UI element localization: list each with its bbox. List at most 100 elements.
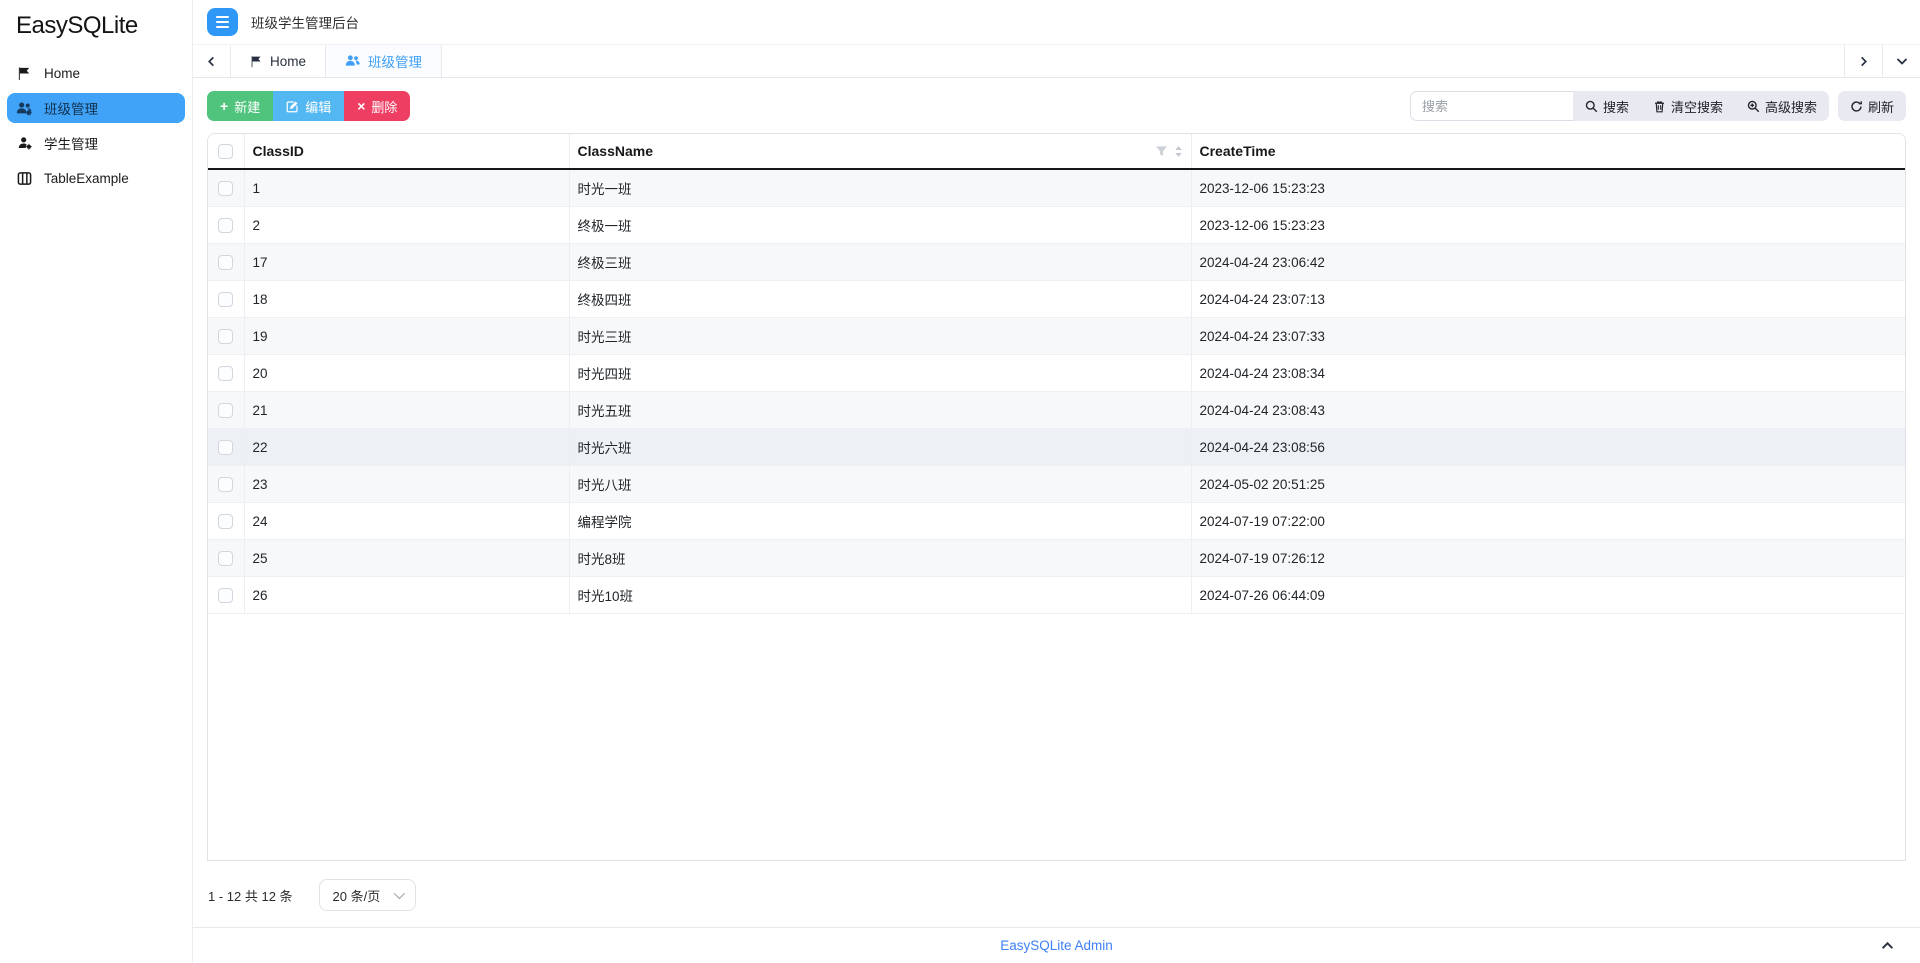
tab-label: Home (270, 53, 307, 69)
table-row[interactable]: 26 时光10班 2024-07-26 06:44:09 (208, 576, 1905, 614)
cell-classid: 1 (243, 169, 569, 207)
table-row[interactable]: 17 终极三班 2024-04-24 23:06:42 (208, 243, 1905, 281)
advanced-search-button[interactable]: 高级搜索 (1734, 91, 1829, 121)
table-icon (16, 170, 33, 187)
table-row[interactable]: 25 时光8班 2024-07-19 07:26:12 (208, 539, 1905, 577)
page-size-select[interactable]: 20 条/页 (318, 879, 417, 911)
table-body: 1 时光一班 2023-12-06 15:23:23 2 终极一班 2023-12-06 … (208, 169, 1905, 614)
tabs-scroll-right-button[interactable] (1844, 45, 1882, 77)
cell-classid: 17 (243, 243, 569, 281)
cell-classid: 22 (243, 428, 569, 466)
refresh-icon (1851, 100, 1862, 112)
users-icon (345, 53, 361, 69)
cell-createtime: 2024-04-24 23:08:34 (1190, 354, 1905, 392)
tab-class-management[interactable]: 班级管理 (326, 45, 443, 77)
table-row[interactable]: 23 时光八班 2024-05-02 20:51:25 (208, 465, 1905, 503)
page-title: 班级学生管理后台 (251, 16, 359, 31)
cell-classname: 时光五班 (568, 391, 1191, 429)
sidebar-item-label: TableExample (44, 170, 129, 186)
delete-button[interactable]: × 删除 (344, 91, 411, 121)
cell-classname: 终极一班 (568, 206, 1191, 244)
sidebar-item-home[interactable]: Home (7, 58, 185, 88)
users-gear-icon (16, 100, 33, 117)
tabs-scroll-left-button[interactable] (193, 45, 231, 77)
cell-createtime: 2023-12-06 15:23:23 (1190, 169, 1905, 207)
x-icon: × (357, 98, 366, 114)
refresh-button[interactable]: 刷新 (1837, 91, 1906, 121)
cell-classname: 时光8班 (568, 539, 1191, 577)
cell-createtime: 2024-04-24 23:08:43 (1190, 391, 1905, 429)
row-checkbox[interactable] (218, 439, 234, 455)
row-checkbox[interactable] (218, 476, 234, 492)
row-checkbox[interactable] (218, 254, 234, 270)
cell-classid: 23 (243, 465, 569, 503)
toolbar: + 新建 编辑 × 删除 搜索 搜索 清空搜索 高级搜索 刷新 (207, 91, 1906, 121)
cell-classid: 26 (243, 576, 569, 614)
table-row[interactable]: 1 时光一班 2023-12-06 15:23:23 (208, 169, 1905, 207)
edit-icon (286, 100, 299, 113)
cell-classid: 20 (243, 354, 569, 392)
cell-classname: 时光四班 (568, 354, 1191, 392)
table-row[interactable]: 21 时光五班 2024-04-24 23:08:43 (208, 391, 1905, 429)
cell-classname: 终极三班 (568, 243, 1191, 281)
sidebar-item-class-management[interactable]: 班级管理 (7, 93, 185, 123)
search-input[interactable] (1409, 91, 1573, 121)
sidebar-item-label: Home (44, 65, 81, 81)
cell-createtime: 2024-04-24 23:07:33 (1190, 317, 1905, 355)
row-checkbox[interactable] (218, 402, 234, 418)
row-checkbox[interactable] (218, 180, 234, 196)
sidebar-item-label: 班级管理 (44, 102, 98, 117)
search-icon (1585, 100, 1598, 112)
column-header-classname: ClassName (568, 134, 1191, 170)
row-checkbox[interactable] (218, 587, 234, 603)
scroll-to-top-button[interactable] (1881, 939, 1894, 952)
cell-classid: 24 (243, 502, 569, 540)
row-checkbox[interactable] (218, 291, 234, 307)
footer-admin-link[interactable]: EasySQLite Admin (1000, 938, 1113, 953)
row-checkbox[interactable] (218, 513, 234, 529)
table-row[interactable]: 19 时光三班 2024-04-24 23:07:33 (208, 317, 1905, 355)
table-card: ClassID ClassName CreateTime 1 时光一班 2023… (207, 133, 1906, 861)
cell-classid: 19 (243, 317, 569, 355)
table-row[interactable]: 22 时光六班 2024-04-24 23:08:56 (208, 428, 1905, 466)
trash-icon (1654, 100, 1664, 112)
cell-createtime: 2024-04-24 23:07:13 (1190, 280, 1905, 318)
cell-classid: 25 (243, 539, 569, 577)
row-checkbox[interactable] (218, 217, 234, 233)
tabs-dropdown-button[interactable] (1882, 45, 1920, 77)
table-row[interactable]: 20 时光四班 2024-04-24 23:08:34 (208, 354, 1905, 392)
crud-button-group: + 新建 编辑 × 删除 (207, 91, 411, 121)
filter-funnel-icon[interactable] (1155, 145, 1168, 158)
table-row[interactable]: 24 编程学院 2024-07-19 07:22:00 (208, 502, 1905, 540)
cell-createtime: 2023-12-06 15:23:23 (1190, 206, 1905, 244)
cell-classname: 时光六班 (568, 428, 1191, 466)
clear-search-button[interactable]: 清空搜索 (1640, 91, 1735, 121)
column-header-createtime: CreateTime (1190, 134, 1905, 170)
new-button[interactable]: + 新建 (207, 91, 274, 121)
cell-createtime: 2024-05-02 20:51:25 (1190, 465, 1905, 503)
cell-classname: 时光一班 (568, 169, 1191, 207)
sort-icon[interactable] (1174, 145, 1183, 158)
row-checkbox[interactable] (218, 550, 234, 566)
table-row[interactable]: 18 终极四班 2024-04-24 23:07:13 (208, 280, 1905, 318)
search-button[interactable]: 搜索 (1572, 91, 1641, 121)
top-header: 班级学生管理后台 (193, 0, 1920, 44)
row-checkbox[interactable] (218, 365, 234, 381)
edit-button[interactable]: 编辑 (273, 91, 345, 121)
cell-classid: 2 (243, 206, 569, 244)
sidebar-item-student-management[interactable]: 学生管理 (7, 128, 185, 158)
cell-createtime: 2024-07-19 07:22:00 (1190, 502, 1905, 540)
select-all-checkbox[interactable] (218, 144, 234, 160)
cell-classname: 时光三班 (568, 317, 1191, 355)
table-row[interactable]: 2 终极一班 2023-12-06 15:23:23 (208, 206, 1905, 244)
tab-home[interactable]: Home (231, 45, 327, 77)
cell-classname: 终极四班 (568, 280, 1191, 318)
sidebar-item-label: 学生管理 (44, 137, 98, 152)
sidebar-item-table-example[interactable]: TableExample (7, 163, 185, 193)
search-plus-icon (1747, 100, 1760, 112)
hamburger-menu-button[interactable] (207, 8, 238, 36)
row-checkbox[interactable] (218, 328, 234, 344)
pagination-summary: 1 - 12 共 12 条 (208, 888, 293, 904)
cell-createtime: 2024-04-24 23:08:56 (1190, 428, 1905, 466)
sidebar-menu: Home 班级管理 学生管理 TableExample (0, 54, 192, 202)
